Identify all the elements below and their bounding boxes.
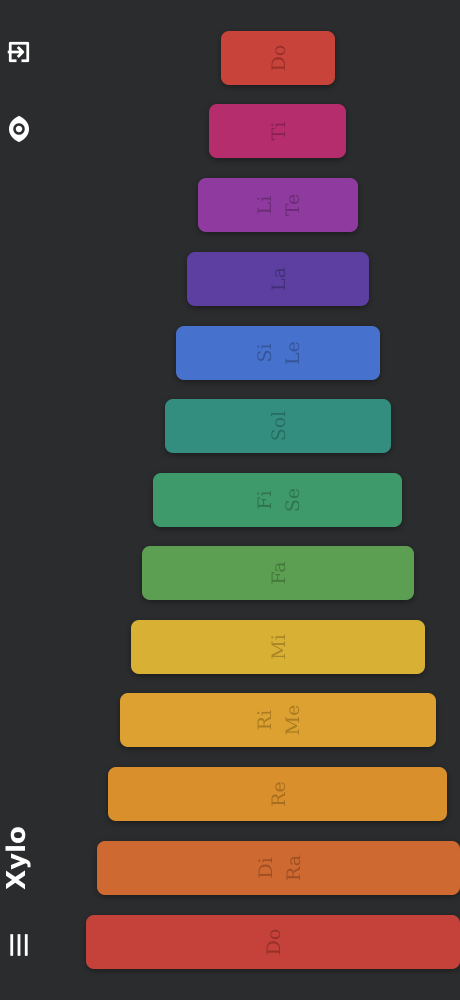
note-name: Ra bbox=[282, 854, 305, 882]
note-name: Le bbox=[282, 341, 304, 365]
xylophone-bar[interactable]: Si Le bbox=[176, 326, 380, 380]
xylophone-bar[interactable]: Ri Me bbox=[120, 693, 436, 747]
menu-icon bbox=[10, 934, 28, 956]
menu-button[interactable] bbox=[2, 928, 36, 962]
bar-note-label: Mi bbox=[265, 634, 293, 660]
note-name: Mi bbox=[268, 634, 290, 660]
bar-note-label: Di Ra bbox=[252, 855, 308, 881]
bar-note-label: Do bbox=[260, 929, 288, 956]
xylophone-bar[interactable]: Ti bbox=[209, 104, 346, 158]
note-name: Si bbox=[254, 343, 276, 363]
note-name: Se bbox=[281, 487, 304, 513]
visibility-button[interactable] bbox=[2, 112, 36, 146]
bar-note-label: Li Te bbox=[251, 194, 307, 216]
bar-note-label: Si Le bbox=[251, 341, 307, 365]
note-name: Do bbox=[268, 44, 290, 72]
note-name: Te bbox=[282, 193, 304, 217]
note-name: Li bbox=[254, 195, 276, 215]
bar-note-label: Fi Se bbox=[251, 488, 307, 512]
xylophone-bar[interactable]: Fa bbox=[142, 546, 414, 600]
note-name: Do bbox=[263, 928, 285, 956]
xylophone-bar[interactable]: Fi Se bbox=[153, 473, 402, 527]
bar-note-label: Sol bbox=[265, 411, 293, 442]
bar-note-label: Fa bbox=[265, 561, 293, 584]
bar-note-label: Ti bbox=[265, 122, 293, 141]
xylophone-bar[interactable]: Di Ra bbox=[97, 841, 460, 895]
note-name: Me bbox=[282, 704, 304, 736]
xylophone-bar[interactable]: Mi bbox=[131, 620, 425, 674]
bar-note-label: Do bbox=[265, 45, 293, 72]
xylophone-bar[interactable]: Do bbox=[221, 31, 335, 85]
note-name: Di bbox=[254, 857, 277, 879]
exit-button[interactable] bbox=[2, 35, 36, 69]
app-title: Xylo bbox=[2, 826, 32, 890]
sidebar: Xylo bbox=[0, 0, 40, 1000]
note-name: Ri bbox=[254, 709, 276, 731]
xylophone-bar[interactable]: Do bbox=[86, 915, 460, 969]
xylophone-bar[interactable]: Li Te bbox=[198, 178, 358, 232]
xylophone-bar[interactable]: Re bbox=[108, 767, 447, 821]
bar-note-label: Re bbox=[265, 781, 293, 807]
exit-icon bbox=[7, 41, 30, 63]
note-name: La bbox=[268, 267, 290, 291]
note-name: Sol bbox=[268, 410, 290, 442]
xylophone-bar[interactable]: La bbox=[187, 252, 369, 306]
note-name: Re bbox=[267, 781, 290, 807]
note-name: Fi bbox=[253, 490, 276, 510]
note-name: Ti bbox=[267, 121, 290, 141]
bar-note-label: Ri Me bbox=[251, 705, 307, 736]
bar-note-label: La bbox=[265, 267, 293, 291]
xylophone-bar[interactable]: Sol bbox=[165, 399, 391, 453]
note-name: Fa bbox=[268, 561, 290, 585]
eye-icon bbox=[9, 115, 29, 143]
